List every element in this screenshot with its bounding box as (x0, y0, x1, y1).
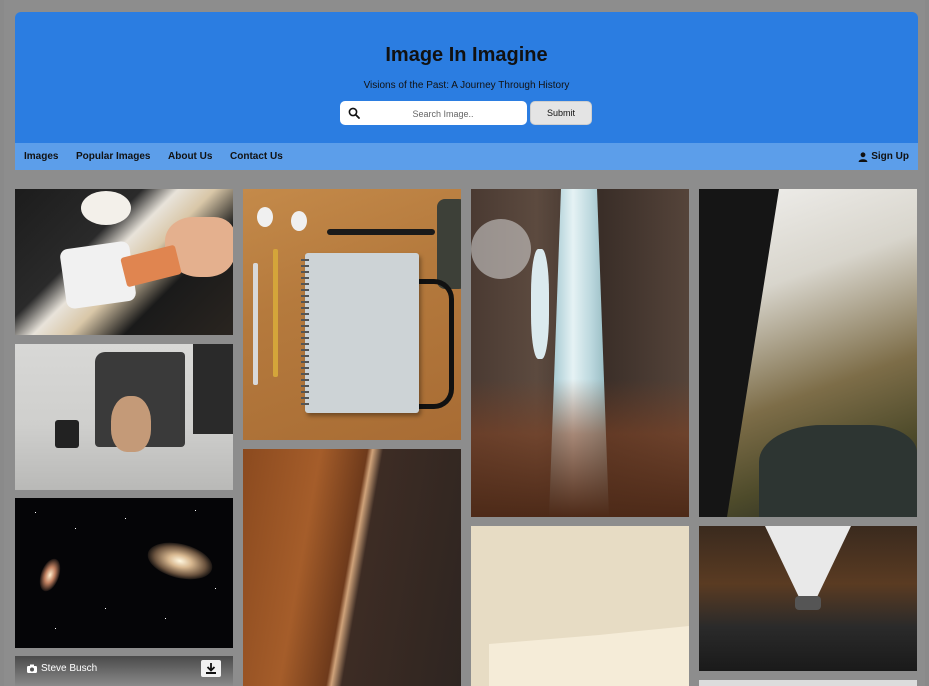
search-input[interactable] (366, 103, 520, 125)
side-mirror-shape (759, 425, 917, 517)
star (195, 510, 196, 511)
gallery-image-notebook[interactable] (243, 189, 461, 440)
camera-icon (27, 664, 37, 673)
galaxy-shape (143, 536, 217, 586)
star (165, 618, 166, 619)
small-galaxy-shape (35, 555, 65, 595)
photo-credit: Steve Busch (27, 663, 97, 674)
gallery-image-overlay[interactable]: Steve Busch (15, 656, 233, 686)
van-rear-window-shape (193, 344, 233, 434)
site-header: Image In Imagine Visions of the Past: A … (15, 12, 918, 143)
notebook-shape (305, 253, 419, 413)
star (105, 608, 106, 609)
star (35, 512, 36, 513)
nav-item-popular-images[interactable]: Popular Images (76, 151, 150, 162)
gallery-image-payment[interactable] (15, 189, 233, 335)
nav-item-about-us[interactable]: About Us (168, 151, 212, 162)
user-icon (858, 151, 868, 162)
snow-shape (471, 219, 531, 279)
nav-item-contact-us[interactable]: Contact Us (230, 151, 283, 162)
gallery-image-abstract-curve[interactable] (243, 449, 461, 686)
gallery-image-ice-climber[interactable] (471, 189, 689, 517)
star (215, 588, 216, 589)
earbud-shape (291, 211, 307, 231)
download-icon (206, 663, 216, 674)
building-shape (489, 626, 689, 686)
nav-bar: Images Popular Images About Us Contact U… (15, 143, 918, 170)
car-shape (795, 596, 821, 610)
spiral-binding-shape (301, 259, 309, 409)
pencil-shape (273, 249, 278, 377)
nav-item-images[interactable]: Images (24, 151, 58, 162)
download-button[interactable] (201, 660, 221, 677)
icicle-shape (531, 249, 549, 359)
sign-up-link[interactable]: Sign Up (858, 151, 909, 162)
pencil-shape (253, 263, 258, 385)
pen-shape (327, 229, 435, 235)
gallery-image-dog-in-van[interactable] (15, 344, 233, 490)
strap-shape (419, 279, 454, 409)
site-subtitle: Visions of the Past: A Journey Through H… (363, 80, 570, 91)
gallery-image-rainy-window[interactable] (699, 189, 917, 517)
star (125, 518, 126, 519)
search-icon (348, 107, 360, 119)
star (55, 628, 56, 629)
photo-credit-name: Steve Busch (41, 663, 98, 674)
gallery-image-tunnel-car[interactable] (699, 526, 917, 671)
coffee-cup-shape (81, 191, 131, 225)
sign-up-label: Sign Up (871, 151, 909, 162)
dog-shape (111, 396, 151, 452)
gallery-image-galaxies[interactable] (15, 498, 233, 648)
tunnel-light-shape (765, 526, 851, 598)
gallery-image-beige-architecture[interactable] (471, 526, 689, 686)
side-mirror-shape (55, 420, 79, 448)
submit-button[interactable]: Submit (530, 101, 592, 125)
star (75, 528, 76, 529)
search-box[interactable] (340, 101, 527, 125)
site-title: Image In Imagine (385, 44, 548, 66)
gallery-image-partial[interactable] (699, 680, 917, 686)
mug-shape (437, 199, 461, 289)
trees-shape (471, 379, 689, 517)
earbud-shape (257, 207, 273, 227)
